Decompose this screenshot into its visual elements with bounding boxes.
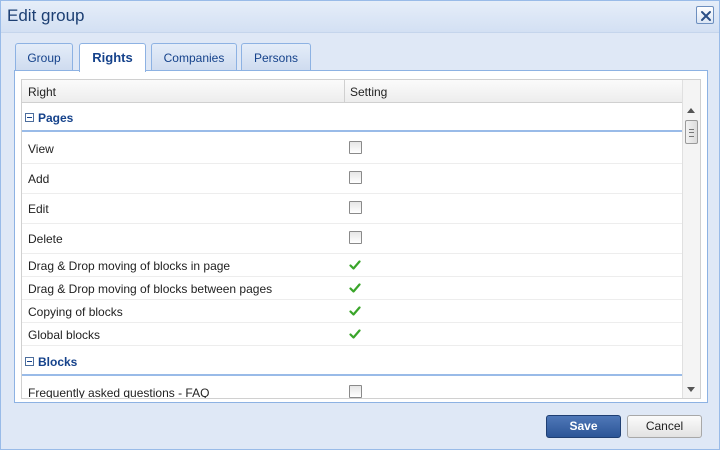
table-row: Drag & Drop moving of blocks in page	[22, 254, 682, 277]
check-icon[interactable]	[349, 283, 361, 293]
setting-checkbox[interactable]	[349, 201, 362, 214]
right-label: Add	[28, 172, 50, 186]
dialog-titlebar: Edit group	[1, 1, 719, 33]
scroll-up-arrow-icon[interactable]	[687, 108, 695, 113]
table-row: Copying of blocks	[22, 300, 682, 323]
cancel-button[interactable]: Cancel	[627, 415, 702, 438]
setting-checkbox[interactable]	[349, 385, 362, 398]
rights-panel: Right Setting Pages View Add Edit Delete…	[14, 70, 708, 403]
right-label: View	[28, 142, 54, 156]
check-icon[interactable]	[349, 306, 361, 316]
right-label: Edit	[28, 202, 49, 216]
group-label: Pages	[38, 111, 74, 125]
dialog-title: Edit group	[7, 6, 85, 25]
table-row: Frequently asked questions - FAQ	[22, 378, 682, 399]
right-label: Drag & Drop moving of blocks in page	[28, 259, 231, 273]
collapse-icon[interactable]	[25, 113, 34, 122]
tab-companies[interactable]: Companies	[151, 43, 237, 71]
tab-rights[interactable]: Rights	[79, 43, 146, 72]
right-label: Delete	[28, 232, 63, 246]
column-divider[interactable]	[344, 80, 345, 103]
check-icon[interactable]	[349, 329, 361, 339]
right-label: Global blocks	[28, 328, 101, 342]
close-icon[interactable]	[696, 6, 714, 24]
rights-grid: Right Setting Pages View Add Edit Delete…	[21, 79, 701, 399]
scroll-thumb[interactable]	[685, 120, 698, 144]
group-row-blocks[interactable]: Blocks	[22, 348, 682, 376]
table-row: Edit	[22, 194, 682, 224]
column-header-right[interactable]: Right	[28, 85, 56, 99]
group-row-pages[interactable]: Pages	[22, 104, 682, 132]
save-button[interactable]: Save	[546, 415, 621, 438]
setting-checkbox[interactable]	[349, 141, 362, 154]
grid-header: Right Setting	[22, 80, 682, 103]
column-header-setting[interactable]: Setting	[350, 85, 387, 99]
check-icon[interactable]	[349, 260, 361, 270]
tab-group[interactable]: Group	[15, 43, 73, 71]
table-row: Delete	[22, 224, 682, 254]
table-row: Add	[22, 164, 682, 194]
table-row: View	[22, 134, 682, 164]
setting-checkbox[interactable]	[349, 171, 362, 184]
right-label: Drag & Drop moving of blocks between pag…	[28, 282, 273, 296]
vertical-scrollbar[interactable]	[682, 80, 700, 398]
collapse-icon[interactable]	[25, 357, 34, 366]
table-row: Drag & Drop moving of blocks between pag…	[22, 277, 682, 300]
table-row: Global blocks	[22, 323, 682, 346]
setting-checkbox[interactable]	[349, 231, 362, 244]
edit-group-dialog: Edit group Group Rights Companies Person…	[0, 0, 720, 450]
scroll-down-arrow-icon[interactable]	[687, 387, 695, 392]
tab-persons[interactable]: Persons	[241, 43, 311, 71]
group-label: Blocks	[38, 355, 78, 369]
right-label: Frequently asked questions - FAQ	[28, 386, 210, 399]
right-label: Copying of blocks	[28, 305, 123, 319]
